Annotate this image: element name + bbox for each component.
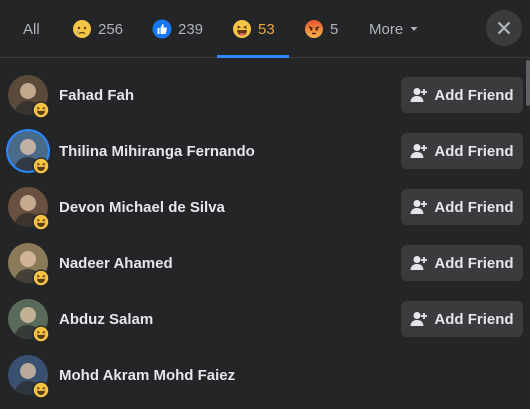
tab-sad[interactable]: 256 bbox=[72, 0, 123, 58]
tab-sad-count: 256 bbox=[98, 20, 124, 38]
crying-face-icon bbox=[73, 20, 91, 38]
tab-all[interactable]: All bbox=[23, 0, 40, 58]
add-friend-label: Add Friend bbox=[434, 254, 514, 272]
add-friend-label: Add Friend bbox=[434, 142, 514, 160]
reaction-tabs: All 256 239 53 5 More bbox=[0, 0, 530, 58]
add-friend-icon bbox=[410, 256, 428, 270]
person-name[interactable]: Fahad Fah bbox=[59, 87, 134, 104]
tab-haha[interactable]: 53 bbox=[232, 0, 275, 58]
add-friend-icon bbox=[410, 312, 428, 326]
tab-more-label: More bbox=[369, 20, 404, 38]
tab-angry[interactable]: 5 bbox=[304, 0, 338, 58]
tab-haha-count: 53 bbox=[258, 20, 275, 38]
add-friend-icon bbox=[410, 144, 428, 158]
list-item[interactable]: Thilina Mihiranga Fernando Add Friend bbox=[0, 123, 530, 179]
haha-icon bbox=[32, 213, 50, 231]
list-item[interactable]: Nadeer Ahamed Add Friend bbox=[0, 235, 530, 291]
tab-more[interactable]: More bbox=[369, 0, 419, 58]
add-friend-button[interactable]: Add Friend bbox=[401, 301, 523, 337]
list-item[interactable]: Abduz Salam Add Friend bbox=[0, 291, 530, 347]
person-name[interactable]: Mohd Akram Mohd Faiez bbox=[59, 367, 235, 384]
haha-icon bbox=[32, 381, 50, 399]
add-friend-button[interactable]: Add Friend bbox=[401, 189, 523, 225]
like-icon bbox=[152, 19, 172, 39]
person-name[interactable]: Nadeer Ahamed bbox=[59, 255, 173, 272]
tab-angry-count: 5 bbox=[330, 20, 339, 38]
add-friend-button[interactable]: Add Friend bbox=[401, 133, 523, 169]
add-friend-button[interactable]: Add Friend bbox=[401, 245, 523, 281]
caret-down-icon bbox=[410, 27, 418, 31]
close-button[interactable] bbox=[486, 10, 522, 46]
person-name[interactable]: Devon Michael de Silva bbox=[59, 199, 225, 216]
angry-icon bbox=[305, 20, 323, 38]
haha-icon bbox=[32, 325, 50, 343]
add-friend-label: Add Friend bbox=[434, 198, 514, 216]
list-item[interactable]: Mohd Akram Mohd Faiez bbox=[0, 347, 530, 403]
tab-all-label: All bbox=[23, 20, 40, 38]
tab-like-count: 239 bbox=[178, 20, 204, 38]
add-friend-icon bbox=[410, 88, 428, 102]
haha-icon bbox=[32, 269, 50, 287]
tab-like[interactable]: 239 bbox=[152, 0, 203, 58]
add-friend-label: Add Friend bbox=[434, 86, 514, 104]
person-name[interactable]: Thilina Mihiranga Fernando bbox=[59, 143, 255, 160]
active-tab-indicator bbox=[217, 55, 289, 58]
add-friend-icon bbox=[410, 200, 428, 214]
close-icon bbox=[497, 21, 511, 35]
list-item[interactable]: Fahad Fah Add Friend bbox=[0, 67, 530, 123]
add-friend-button[interactable]: Add Friend bbox=[401, 77, 523, 113]
list-item[interactable]: Devon Michael de Silva Add Friend bbox=[0, 179, 530, 235]
haha-icon bbox=[32, 157, 50, 175]
haha-icon bbox=[233, 20, 251, 38]
haha-icon bbox=[32, 101, 50, 119]
add-friend-label: Add Friend bbox=[434, 310, 514, 328]
person-name[interactable]: Abduz Salam bbox=[59, 311, 153, 328]
